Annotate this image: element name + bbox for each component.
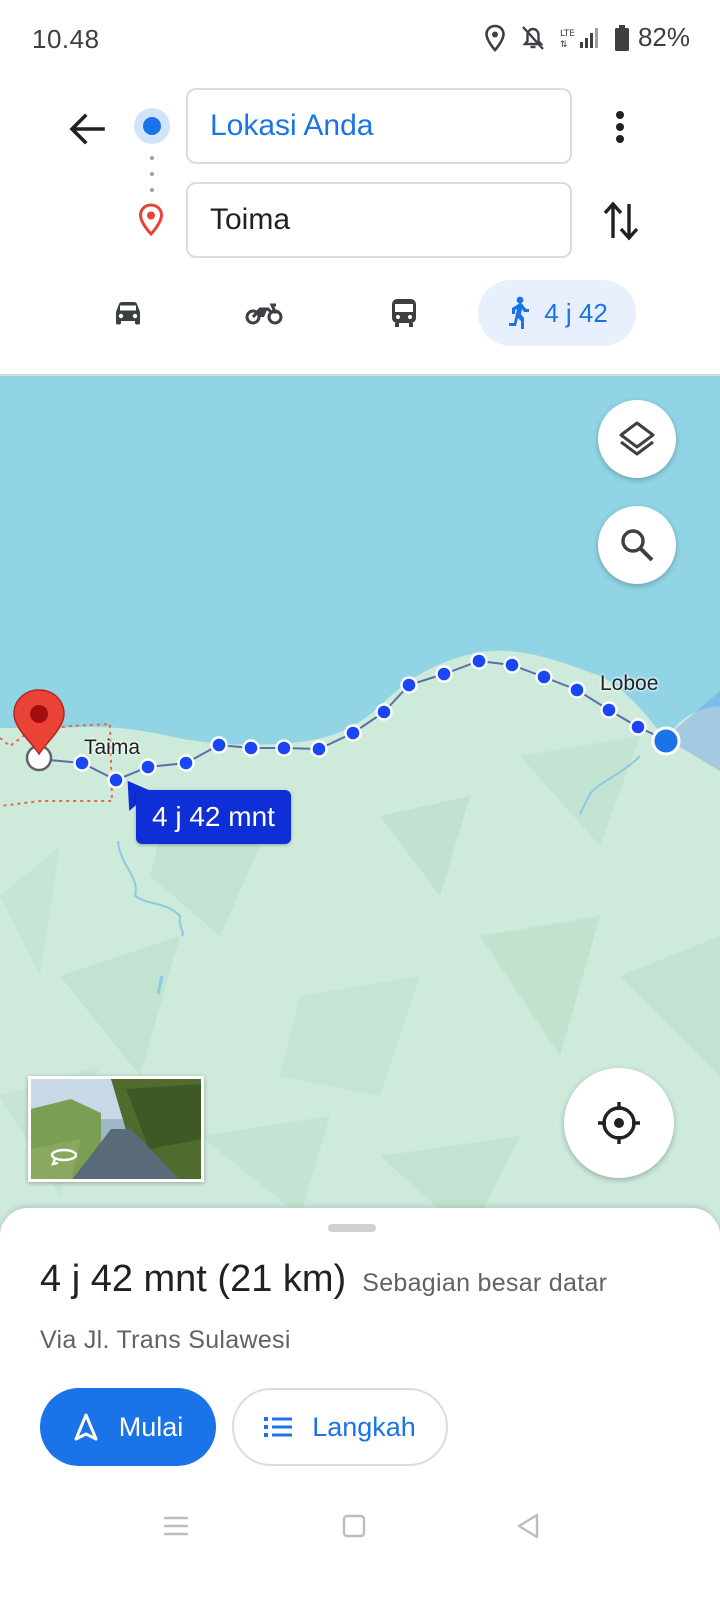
- tab-walk[interactable]: 4 j 42: [478, 280, 636, 346]
- swap-vert-icon: [603, 201, 639, 241]
- home-nav-button[interactable]: [334, 1506, 374, 1546]
- crosshair-icon: [598, 1102, 640, 1144]
- system-nav-bar: [0, 1490, 720, 1560]
- layers-icon: [619, 421, 655, 456]
- bus-icon: [392, 299, 416, 327]
- status-time: 10.48: [32, 24, 100, 54]
- svg-text:⇅: ⇅: [560, 40, 568, 50]
- status-icons: LTE ⇅ 82%: [484, 22, 690, 53]
- navigation-arrow-icon: [74, 1413, 98, 1441]
- start-navigation-button[interactable]: Mulai: [40, 1388, 216, 1466]
- red-pin-icon: [136, 202, 166, 241]
- travel-mode-tabs: 4 j 42: [0, 280, 720, 350]
- drag-handle[interactable]: [328, 1224, 376, 1232]
- battery-icon: [614, 24, 630, 51]
- map-label-west: Taima: [84, 736, 141, 759]
- home-square-icon: [342, 1514, 366, 1538]
- street-view-thumbnail[interactable]: [28, 1076, 204, 1182]
- search-icon: [621, 529, 654, 562]
- terrain-note: Sebagian besar datar: [362, 1269, 608, 1297]
- back-triangle-icon: [517, 1513, 539, 1539]
- tab-car[interactable]: [100, 280, 156, 346]
- origin-field[interactable]: Lokasi Anda: [186, 88, 572, 164]
- tab-motorcycle[interactable]: [236, 280, 292, 346]
- more-vert-icon: [616, 111, 624, 143]
- start-label: Mulai: [118, 1411, 184, 1442]
- route-via: Via Jl. Trans Sulawesi: [40, 1326, 291, 1354]
- walk-duration: 4 j 42: [544, 297, 608, 328]
- map-label-east: Loboe: [600, 672, 659, 695]
- search-along-route-button[interactable]: [598, 506, 676, 584]
- 360-rotate-icon: [50, 1148, 78, 1166]
- status-bar: 10.48 LTE ⇅ 82%: [0, 0, 720, 80]
- location-icon: [484, 24, 506, 52]
- back-button[interactable]: [62, 104, 112, 154]
- battery-percent: 82%: [637, 22, 690, 52]
- blue-dot-icon: [134, 108, 170, 144]
- list-icon: [264, 1417, 293, 1437]
- motorcycle-icon: [245, 303, 283, 325]
- car-icon: [116, 302, 140, 325]
- route-duration-bubble[interactable]: 4 j 42 mnt: [136, 790, 291, 844]
- map-view[interactable]: Taima Loboe 4 j 42 mnt: [0, 376, 720, 1236]
- steps-button[interactable]: Langkah: [232, 1388, 448, 1466]
- current-location-dot: [651, 726, 681, 756]
- route-summary: 4 j 42 mnt (21 km) Sebagian besar datar: [40, 1258, 607, 1301]
- layers-button[interactable]: [598, 400, 676, 478]
- destination-field[interactable]: Toima: [186, 182, 572, 258]
- route-summary-sheet[interactable]: 4 j 42 mnt (21 km) Sebagian besar datar …: [0, 1208, 720, 1600]
- menu-icon: [164, 1516, 188, 1536]
- steps-label: Langkah: [312, 1411, 416, 1442]
- walking-icon: [509, 296, 530, 329]
- swap-button[interactable]: [598, 196, 644, 246]
- route-duration-distance: 4 j 42 mnt (21 km): [40, 1258, 347, 1300]
- notifications-off-icon: [520, 24, 546, 52]
- back-nav-button[interactable]: [508, 1506, 548, 1546]
- route-connector: [150, 156, 154, 192]
- tab-transit[interactable]: [376, 280, 432, 346]
- arrow-back-icon: [69, 113, 105, 145]
- signal-icon: LTE ⇅: [560, 26, 600, 50]
- recents-nav-button[interactable]: [156, 1506, 196, 1546]
- destination-marker-icon[interactable]: [13, 689, 65, 772]
- my-location-button[interactable]: [564, 1068, 674, 1178]
- more-options-button[interactable]: [600, 102, 640, 152]
- svg-text:LTE: LTE: [560, 29, 575, 39]
- directions-header: Lokasi Anda Toima 4 j 42: [0, 80, 720, 376]
